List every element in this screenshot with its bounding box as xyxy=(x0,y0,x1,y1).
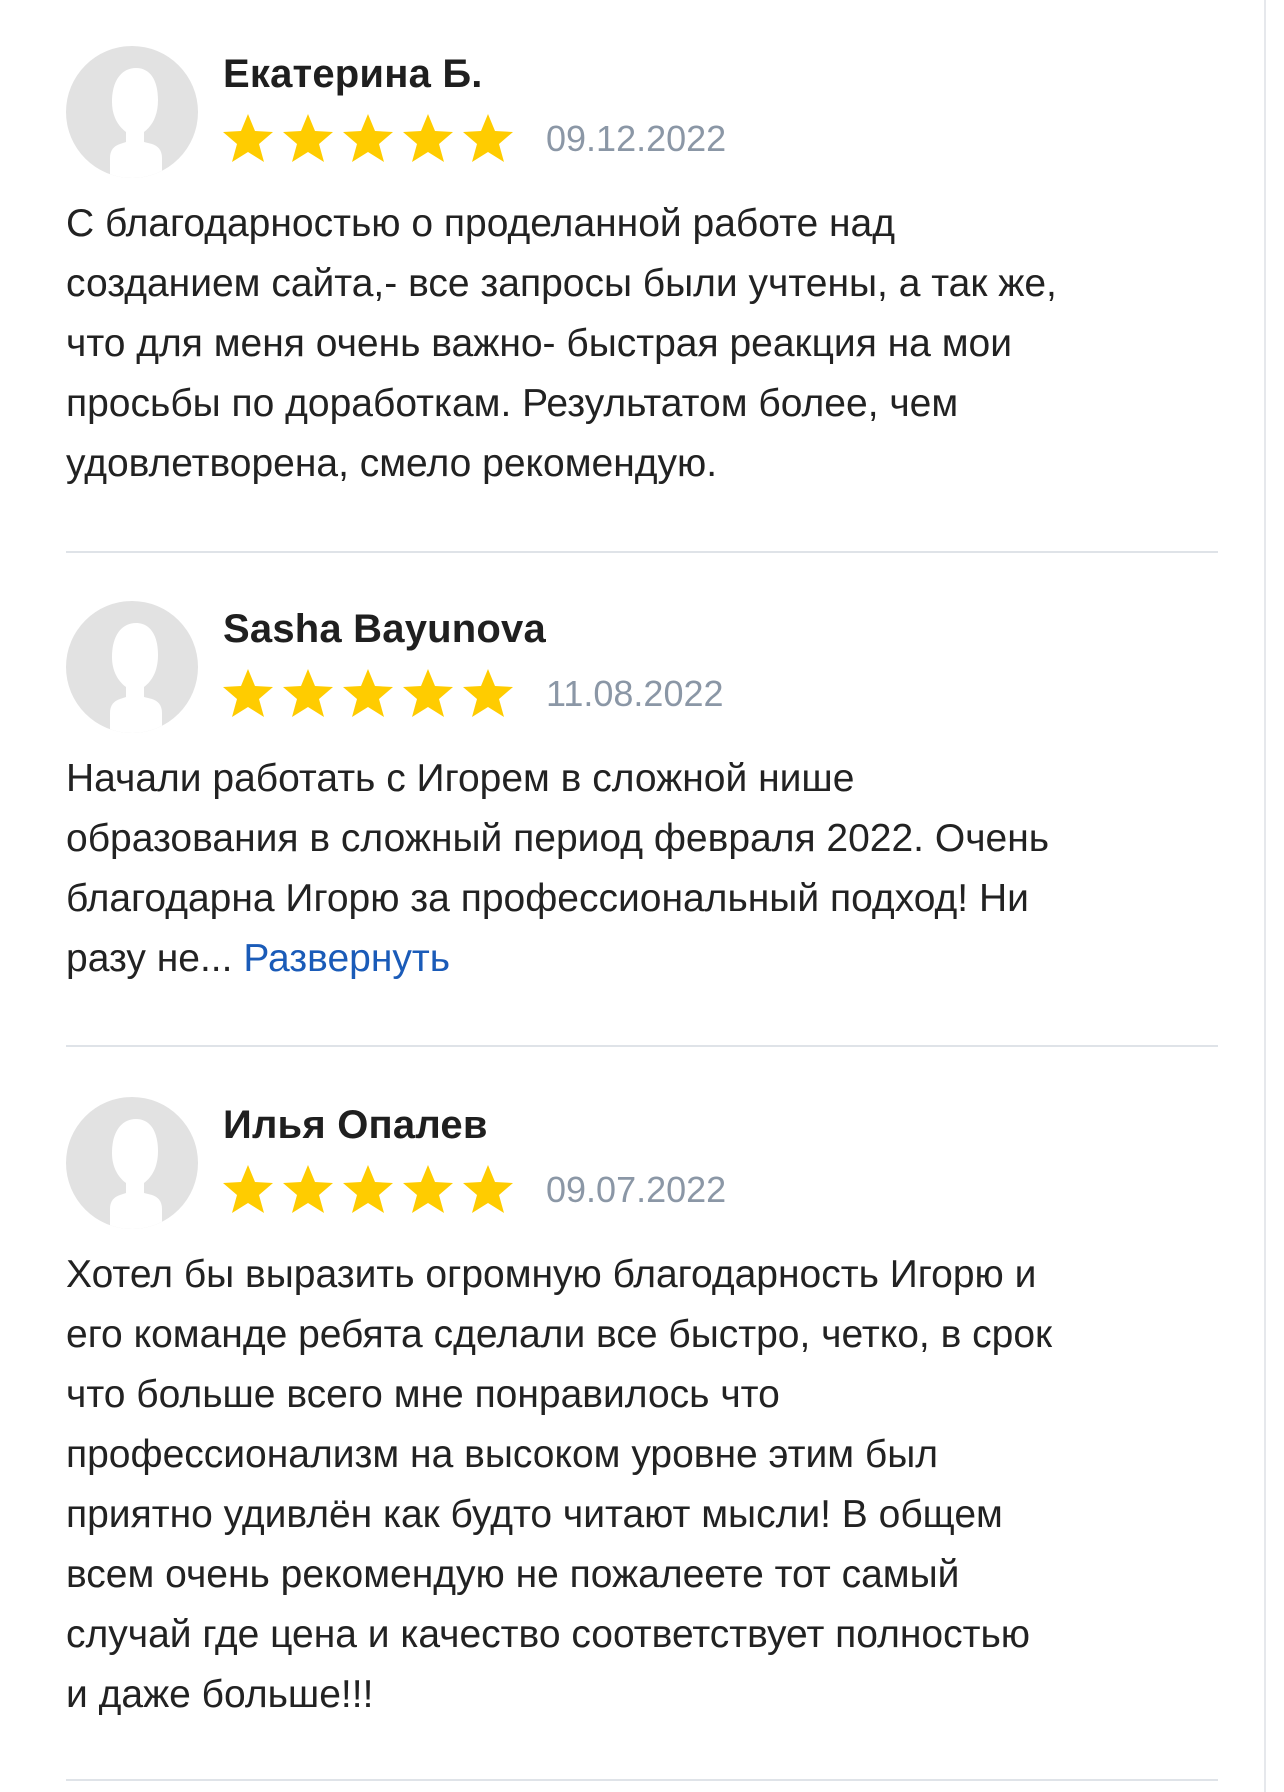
star-icon xyxy=(223,1165,273,1213)
review-divider xyxy=(66,1045,1218,1047)
user-silhouette-icon xyxy=(110,68,162,178)
review-divider xyxy=(66,551,1218,553)
star-icon xyxy=(463,114,513,162)
review-text-line: что больше всего мне понравилось что xyxy=(66,1373,780,1416)
review-text-line: что для меня очень важно- быстрая реакци… xyxy=(66,322,1012,365)
star-icon xyxy=(283,114,333,162)
avatar[interactable] xyxy=(66,46,198,178)
review-text-line: Начали работать с Игорем в сложной нише xyxy=(66,757,855,800)
review-text-line: С благодарностью о проделанной работе на… xyxy=(66,202,895,245)
review-date: 09.12.2022 xyxy=(546,118,727,159)
review-date: 09.07.2022 xyxy=(546,1169,727,1210)
reviews-panel: Екатерина Б. 09.12.2022 С благодарностью… xyxy=(0,0,1266,1792)
review-text-line: его команде ребята сделали все быстро, ч… xyxy=(66,1313,1053,1356)
review-text-line: просьбы по доработкам. Результатом более… xyxy=(66,382,959,425)
review-divider xyxy=(66,1779,1218,1781)
star-icon xyxy=(343,114,393,162)
review-text-line: благодарна Игорю за профессиональный под… xyxy=(66,877,1029,920)
star-icon xyxy=(223,114,273,162)
expand-link[interactable]: Развернуть xyxy=(243,937,450,980)
review-text-line: всем очень рекомендую не пожалеете тот с… xyxy=(66,1553,960,1596)
review-text-line: созданием сайта,- все запросы были учтен… xyxy=(66,262,1057,305)
user-silhouette-icon xyxy=(110,1119,162,1229)
avatar[interactable] xyxy=(66,1097,198,1229)
star-icon xyxy=(403,669,453,717)
rating-stars xyxy=(221,112,515,164)
review-text-line: удовлетворена, смело рекомендую. xyxy=(66,442,718,485)
avatar[interactable] xyxy=(66,601,198,733)
review-text: Начали работать с Игорем в сложной нише … xyxy=(66,749,1218,989)
star-icon xyxy=(463,669,513,717)
review-text-line: приятно удивлён как будто читают мысли! … xyxy=(66,1493,1003,1536)
review-text: С благодарностью о проделанной работе на… xyxy=(66,194,1218,494)
truncated-text: разу не... xyxy=(66,937,233,980)
star-icon xyxy=(223,669,273,717)
star-icon xyxy=(463,1165,513,1213)
star-icon xyxy=(343,1165,393,1213)
star-icon xyxy=(283,669,333,717)
star-icon xyxy=(343,669,393,717)
review-author[interactable]: Илья Опалев xyxy=(223,1103,488,1148)
rating-stars xyxy=(221,1163,515,1215)
rating-stars xyxy=(221,667,515,719)
review-text-line: Хотел бы выразить огромную благодарность… xyxy=(66,1253,1037,1296)
review-text: Хотел бы выразить огромную благодарность… xyxy=(66,1245,1218,1725)
star-icon xyxy=(283,1165,333,1213)
review-text-line: профессионализм на высоком уровне этим б… xyxy=(66,1433,939,1476)
review-text-line: разу не... Развернуть xyxy=(66,929,1218,989)
review-author[interactable]: Екатерина Б. xyxy=(223,52,483,97)
user-silhouette-icon xyxy=(110,623,162,733)
star-icon xyxy=(403,1165,453,1213)
star-icon xyxy=(403,114,453,162)
review-text-line: и даже больше!!! xyxy=(66,1673,374,1716)
review-date: 11.08.2022 xyxy=(546,673,724,714)
review-author[interactable]: Sasha Bayunova xyxy=(223,607,546,652)
review-text-line: образования в сложный период февраля 202… xyxy=(66,817,1050,860)
review-text-line: случай где цена и качество соответствует… xyxy=(66,1613,1031,1656)
